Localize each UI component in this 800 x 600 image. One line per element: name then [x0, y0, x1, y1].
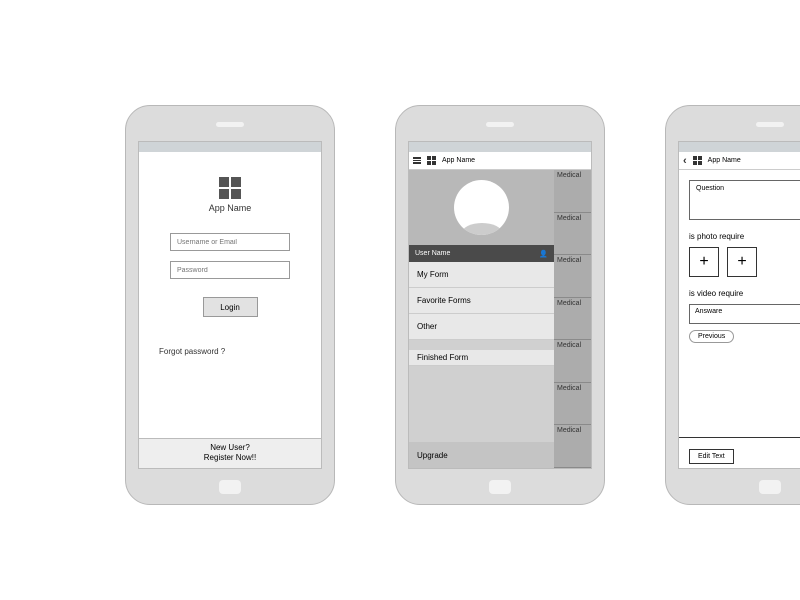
register-now-link[interactable]: Register Now!! — [139, 453, 321, 463]
status-bar — [679, 142, 800, 152]
question-label: Question — [696, 185, 724, 192]
register-bar[interactable]: New User? Register Now!! — [139, 438, 321, 468]
user-name-label: User Name — [415, 250, 450, 257]
nav-item-other[interactable]: Other — [409, 314, 554, 340]
username-input[interactable] — [170, 233, 290, 251]
nav-drawer: User Name 👤 My Form Favorite Forms Other… — [409, 170, 554, 468]
question-input[interactable]: Question — [689, 180, 800, 220]
category-item[interactable]: Medical — [554, 255, 591, 298]
photo-required-label: is photo require — [689, 232, 800, 241]
add-photo-button-2[interactable]: + — [727, 247, 757, 277]
nav-item-finished-form[interactable]: Finished Form — [409, 340, 554, 366]
app-logo-icon — [219, 177, 241, 199]
upgrade-button[interactable]: Upgrade — [409, 442, 554, 468]
app-logo-icon — [427, 156, 436, 165]
answer-input[interactable]: Answare — [689, 304, 800, 324]
top-bar: ‹ App Name — [679, 152, 800, 170]
user-row[interactable]: User Name 👤 — [409, 245, 554, 262]
phone-home-button — [489, 480, 511, 494]
category-item[interactable]: Medical — [554, 383, 591, 426]
previous-button[interactable]: Previous — [689, 330, 734, 343]
app-logo-icon — [693, 156, 702, 165]
add-photo-button[interactable]: + — [689, 247, 719, 277]
status-bar — [139, 142, 321, 152]
status-bar — [409, 142, 591, 152]
phone-frame-login: App Name Login Forgot password ? New Use… — [125, 105, 335, 505]
separator — [679, 437, 800, 438]
phone-frame-drawer: App Name User Name 👤 My Form Favorite Fo… — [395, 105, 605, 505]
hamburger-icon[interactable] — [413, 157, 421, 164]
phone-speaker — [216, 122, 244, 127]
login-screen: App Name Login Forgot password ? New Use… — [138, 141, 322, 469]
user-icon: 👤 — [539, 250, 548, 258]
form-screen: ‹ App Name Question is photo require + +… — [678, 141, 800, 469]
category-item[interactable]: Medical — [554, 213, 591, 256]
login-button[interactable]: Login — [203, 297, 258, 317]
phone-home-button — [759, 480, 781, 494]
category-item[interactable]: Medical — [554, 298, 591, 341]
phone-speaker — [756, 122, 784, 127]
back-icon[interactable]: ‹ — [683, 155, 687, 167]
answer-label: Answare — [695, 308, 722, 315]
edit-text-button[interactable]: Edit Text — [689, 449, 734, 464]
drawer-screen: App Name User Name 👤 My Form Favorite Fo… — [408, 141, 592, 469]
nav-item-favorite-forms[interactable]: Favorite Forms — [409, 288, 554, 314]
category-item[interactable]: Medical — [554, 425, 591, 468]
drawer-spacer — [409, 366, 554, 442]
category-item[interactable]: Medical — [554, 170, 591, 213]
avatar-icon — [454, 180, 509, 235]
app-name-label: App Name — [708, 157, 741, 164]
phone-speaker — [486, 122, 514, 127]
top-bar: App Name — [409, 152, 591, 170]
phone-frame-form: ‹ App Name Question is photo require + +… — [665, 105, 800, 505]
avatar-zone — [409, 170, 554, 245]
password-input[interactable] — [170, 261, 290, 279]
forgot-password-link[interactable]: Forgot password ? — [159, 347, 225, 356]
app-name-label: App Name — [442, 157, 475, 164]
nav-item-my-form[interactable]: My Form — [409, 262, 554, 288]
new-user-label: New User? — [139, 443, 321, 453]
phone-home-button — [219, 480, 241, 494]
category-column: Medical Medical Medical Medical Medical … — [554, 170, 591, 468]
app-name-label: App Name — [209, 203, 252, 213]
video-required-label: is video require — [689, 289, 800, 298]
category-item[interactable]: Medical — [554, 340, 591, 383]
